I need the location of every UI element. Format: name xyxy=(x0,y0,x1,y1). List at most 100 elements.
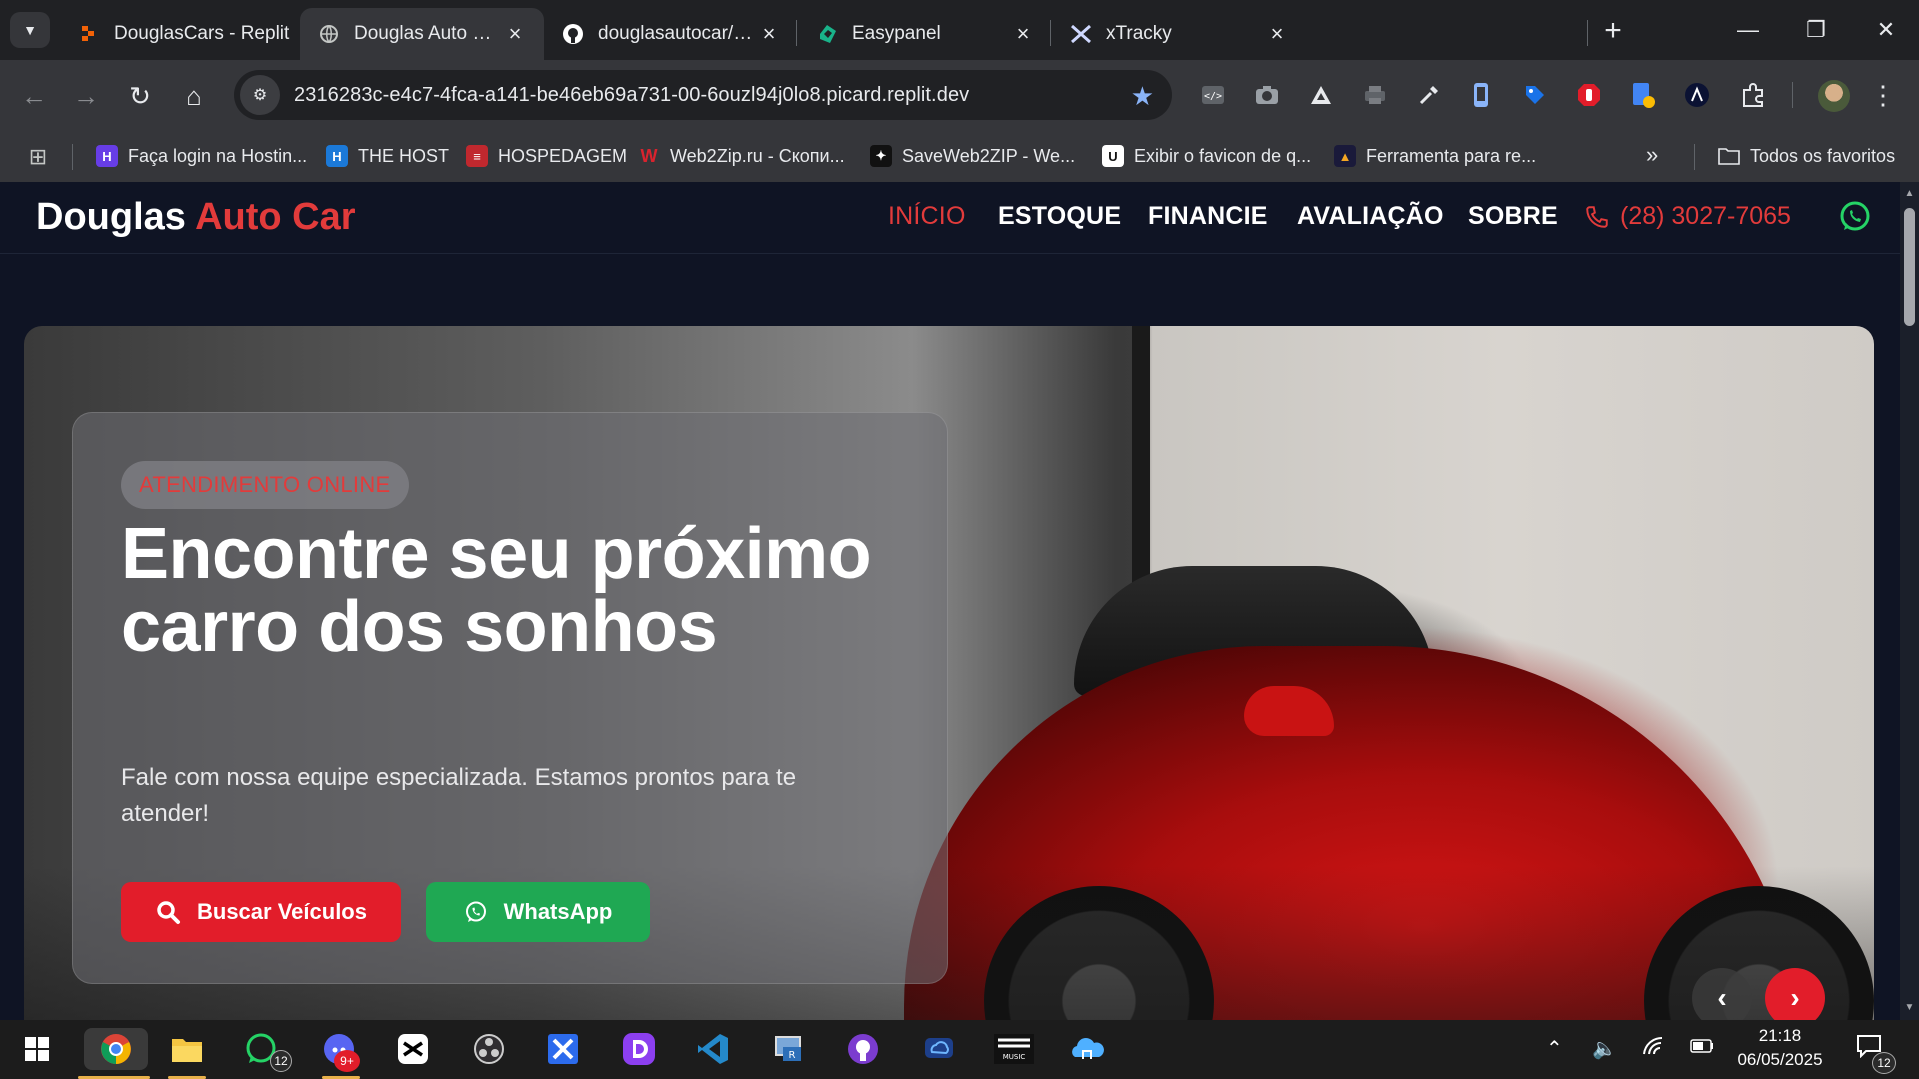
close-icon: ✕ xyxy=(1876,17,1896,42)
clock-date: 06/05/2025 xyxy=(1737,1050,1823,1069)
address-bar[interactable]: ⚙ 2316283c-e4c7-4fca-a141-be46eb69a731-0… xyxy=(234,70,1172,120)
printer-extension-icon[interactable] xyxy=(1358,78,1392,112)
site-info-icon[interactable]: ⚙ xyxy=(240,75,280,115)
tag-extension-icon[interactable] xyxy=(1518,78,1552,112)
page-scrollbar[interactable]: ▲ ▼ xyxy=(1900,182,1919,1020)
vscode-taskbar-icon[interactable] xyxy=(692,1028,734,1070)
site-logo[interactable]: Douglas Auto Car xyxy=(36,196,356,239)
home-button[interactable]: ⌂ xyxy=(174,76,214,116)
whatsapp-icon xyxy=(465,901,486,922)
battery-icon[interactable] xyxy=(1690,1036,1714,1059)
carousel-next-button[interactable]: › xyxy=(1765,968,1825,1020)
capcut-taskbar-icon[interactable] xyxy=(392,1028,434,1070)
whatsapp-button[interactable]: WhatsApp xyxy=(426,882,650,942)
github-desktop-taskbar-icon[interactable] xyxy=(842,1028,884,1070)
tab-douglas-auto-car[interactable]: Douglas Auto Car | Seu P × xyxy=(300,8,544,60)
tab-xtracky[interactable]: xTracky × xyxy=(1052,8,1306,60)
arrow-left-icon: ← xyxy=(21,80,47,111)
tab-title: douglasautocar/Dockerfil xyxy=(598,23,758,44)
puzzle-extensions-icon[interactable] xyxy=(1736,78,1770,112)
wifi-icon[interactable] xyxy=(1642,1036,1664,1062)
minimize-button[interactable]: — xyxy=(1724,10,1772,50)
bookmarks-bar: ⊞ H Faça login na Hostin... H THE HOST ≡… xyxy=(0,130,1919,182)
svg-text:</>: </> xyxy=(1204,91,1222,102)
bookmark-web2zip[interactable]: W Web2Zip.ru - Скопи... xyxy=(638,142,845,170)
bookmark-the-host[interactable]: H THE HOST xyxy=(326,142,449,170)
music-app-taskbar-icon[interactable]: MUSIC xyxy=(990,1028,1038,1070)
close-window-button[interactable]: ✕ xyxy=(1862,10,1910,50)
restore-button[interactable]: ❐ xyxy=(1792,10,1840,50)
forward-button[interactable]: → xyxy=(66,76,106,116)
bookmarks-divider xyxy=(72,144,73,170)
nav-sobre[interactable]: SOBRE xyxy=(1468,202,1558,231)
close-icon[interactable]: × xyxy=(1266,21,1288,46)
nav-inicio[interactable]: INÍCIO xyxy=(888,202,966,231)
adblock-extension-icon[interactable] xyxy=(1572,78,1606,112)
obs-taskbar-icon[interactable] xyxy=(468,1028,510,1070)
globe-icon xyxy=(318,23,340,45)
more-bookmarks-icon[interactable]: » xyxy=(1646,142,1658,168)
system-clock[interactable]: 21:18 06/05/2025 xyxy=(1720,1024,1840,1072)
web-page: Douglas Auto Car INÍCIO ESTOQUE FINANCIE… xyxy=(0,182,1900,1020)
profile-avatar[interactable] xyxy=(1818,80,1850,112)
clock-time: 21:18 xyxy=(1758,1026,1802,1045)
new-tab-button[interactable]: + xyxy=(1596,14,1630,48)
cloud-app-taskbar-icon[interactable] xyxy=(918,1028,960,1070)
reload-icon: ↻ xyxy=(129,80,151,111)
browser-menu-button[interactable]: ⋮ xyxy=(1868,78,1898,112)
chevron-right-icon: › xyxy=(1790,982,1800,1013)
nav-financie[interactable]: FINANCIE xyxy=(1148,202,1268,231)
bookmark-label: Exibir o favicon de q... xyxy=(1134,145,1312,166)
cloud-storage-taskbar-icon[interactable] xyxy=(1066,1028,1108,1070)
reload-button[interactable]: ↻ xyxy=(120,76,160,116)
search-vehicles-button[interactable]: Buscar Veículos xyxy=(121,882,401,942)
bookmark-star-icon[interactable]: ★ xyxy=(1131,81,1154,112)
rdp-taskbar-icon[interactable]: R xyxy=(768,1028,810,1070)
phone-link[interactable]: (28) 3027-7065 xyxy=(1584,202,1791,231)
xtracky-taskbar-icon[interactable] xyxy=(542,1028,584,1070)
hostinger-icon: H xyxy=(96,145,118,167)
d-app-taskbar-icon[interactable] xyxy=(618,1028,660,1070)
scroll-up-icon[interactable]: ▲ xyxy=(1904,188,1915,199)
bookmark-hospedagem[interactable]: ≡ HOSPEDAGEM xyxy=(466,142,627,170)
scrollbar-thumb[interactable] xyxy=(1904,208,1915,326)
whatsapp-icon[interactable] xyxy=(1838,200,1872,234)
code-extension-icon[interactable]: </> xyxy=(1196,78,1230,112)
bookmark-ferramenta[interactable]: ▲ Ferramenta para re... xyxy=(1334,142,1536,170)
nav-avaliacao[interactable]: AVALIAÇÃO xyxy=(1297,202,1444,231)
file-extension-icon[interactable] xyxy=(1626,78,1660,112)
chrome-taskbar-icon[interactable] xyxy=(84,1028,148,1070)
hero-subtitle: Fale com nossa equipe especializada. Est… xyxy=(121,764,797,827)
close-icon[interactable]: × xyxy=(1012,21,1034,46)
logo-main: Douglas xyxy=(36,196,186,238)
file-explorer-icon[interactable] xyxy=(166,1028,208,1070)
nav-estoque[interactable]: ESTOQUE xyxy=(998,202,1121,231)
close-icon[interactable]: × xyxy=(504,21,526,46)
bookmark-favicon[interactable]: U Exibir o favicon de q... xyxy=(1102,142,1311,170)
tab-github-dockerfile[interactable]: douglasautocar/Dockerfil × xyxy=(544,8,798,60)
phone-extension-icon[interactable] xyxy=(1464,78,1498,112)
tab-title: xTracky xyxy=(1106,23,1172,44)
tab-search-button[interactable]: ▼ xyxy=(10,12,50,48)
tab-easypanel[interactable]: Easypanel × xyxy=(798,8,1052,60)
site-header: Douglas Auto Car INÍCIO ESTOQUE FINANCIE… xyxy=(0,182,1900,254)
scroll-down-icon[interactable]: ▼ xyxy=(1904,1002,1915,1013)
toolbar-divider xyxy=(1792,82,1793,108)
bookmark-saveweb2zip[interactable]: ✦ SaveWeb2ZIP - We... xyxy=(870,142,1075,170)
apps-grid-icon[interactable]: ⊞ xyxy=(24,143,52,171)
windows-start-icon[interactable] xyxy=(16,1028,58,1070)
volume-icon[interactable]: 🔈 xyxy=(1592,1036,1617,1061)
eyedropper-extension-icon[interactable] xyxy=(1412,78,1446,112)
folder-icon xyxy=(1718,145,1740,167)
tab-title: DouglasCars - Replit xyxy=(114,23,290,44)
vercel-extension-icon[interactable] xyxy=(1304,78,1338,112)
assistant-extension-icon[interactable] xyxy=(1680,78,1714,112)
all-bookmarks-folder[interactable]: Todos os favoritos xyxy=(1718,142,1895,170)
bookmark-label: Web2Zip.ru - Скопи... xyxy=(670,145,845,166)
bookmark-hostinger[interactable]: H Faça login na Hostin... xyxy=(96,142,307,170)
tray-overflow-icon[interactable]: ⌃ xyxy=(1546,1036,1563,1061)
close-icon[interactable]: × xyxy=(758,21,780,46)
back-button[interactable]: ← xyxy=(14,76,54,116)
camera-extension-icon[interactable] xyxy=(1250,78,1284,112)
carousel-prev-button[interactable]: ‹ xyxy=(1692,968,1752,1020)
